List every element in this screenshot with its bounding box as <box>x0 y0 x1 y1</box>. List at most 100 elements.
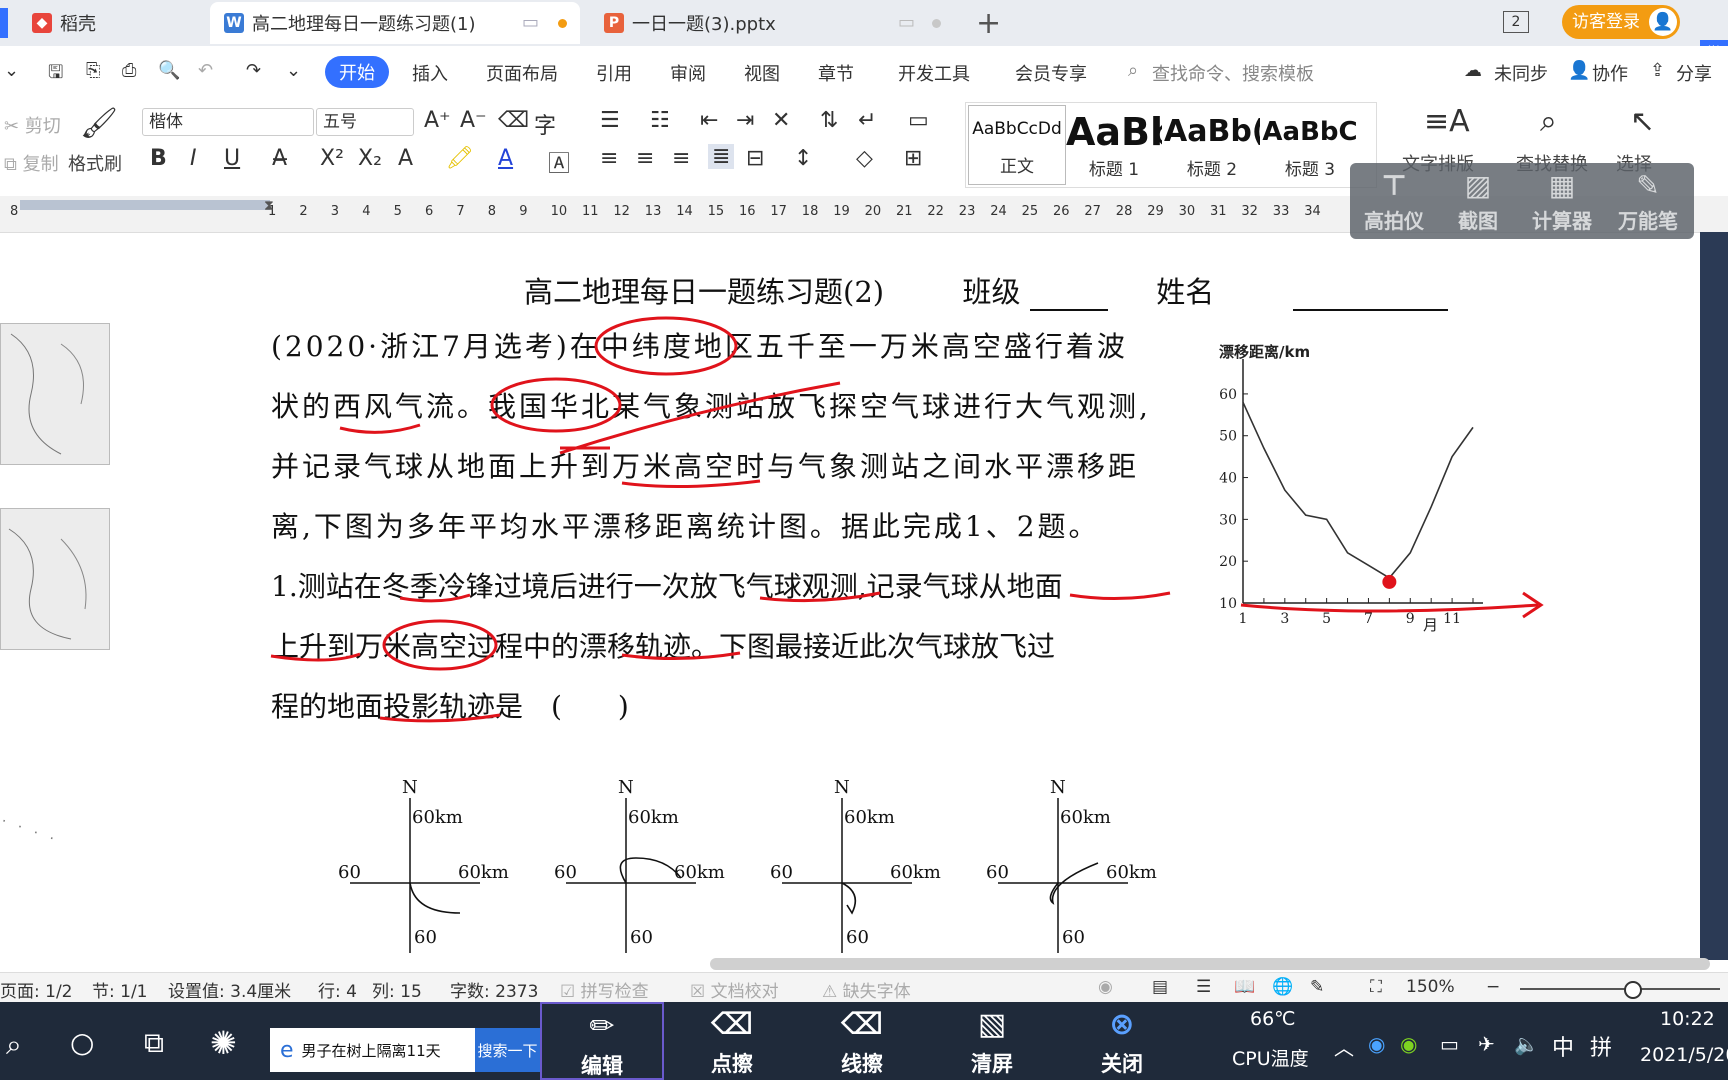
subscript-icon[interactable]: X₂ <box>358 146 382 171</box>
superscript-icon[interactable]: X² <box>320 146 344 171</box>
screen-icon[interactable]: ▭ <box>522 12 539 33</box>
format-painter-icon[interactable]: 🖌 <box>80 106 118 141</box>
close-tool-button[interactable]: ⊗ 关闭 <box>1060 1002 1184 1080</box>
line-erase-button[interactable]: ⌫ 线擦 <box>800 1002 924 1080</box>
collapse-chevron-icon[interactable]: ⌄ <box>4 60 19 81</box>
sync-status[interactable]: 未同步 <box>1494 60 1548 86</box>
chinese-layout-icon[interactable]: ✕ <box>772 108 790 133</box>
point-erase-button[interactable]: ⌫ 点擦 <box>670 1002 794 1080</box>
menu-references[interactable]: 引用 <box>596 60 632 86</box>
line-spacing-icon[interactable]: ↕ <box>794 146 812 171</box>
tab-stops-icon[interactable]: ▭ <box>908 108 929 133</box>
highlight-icon[interactable]: 🖍 <box>446 146 474 171</box>
undo-icon[interactable]: ↶ <box>198 60 213 81</box>
screenshot-button[interactable]: ▨ 截图 <box>1438 167 1518 234</box>
eye-icon[interactable]: ◉ <box>1098 977 1113 997</box>
style-heading3[interactable]: AaBbC 标题 3 <box>1262 109 1358 187</box>
sort-icon[interactable]: ⇅ <box>820 108 838 133</box>
menu-view[interactable]: 视图 <box>744 60 780 86</box>
italic-icon[interactable]: I <box>190 146 197 171</box>
document-page[interactable]: · · · · 高二地理每日一题练习题(2) 班级 姓名 (2020·浙江7月选… <box>0 233 1700 958</box>
bullet-list-icon[interactable]: ☰ <box>600 108 620 133</box>
customize-chevron-icon[interactable]: ⌄ <box>286 60 301 81</box>
calculator-button[interactable]: ▦ 计算器 <box>1522 167 1602 234</box>
tab-word-document[interactable]: W 高二地理每日一题练习题(1) ▭ <box>210 2 580 44</box>
show-marks-icon[interactable]: ↵ <box>858 108 876 133</box>
style-heading2[interactable]: AaBb( 标题 2 <box>1164 109 1260 187</box>
menu-member[interactable]: 会员专享 <box>1015 60 1087 86</box>
menu-insert[interactable]: 插入 <box>412 60 448 86</box>
tray-app-icon[interactable]: ◉ <box>1368 1032 1385 1056</box>
clock-time[interactable]: 10:22 <box>1660 1008 1715 1030</box>
style-heading1[interactable]: AaBb 标题 1 <box>1066 109 1162 187</box>
phonetic-guide-icon[interactable]: 字 <box>534 108 556 140</box>
print-preview-icon[interactable]: 🔍 <box>158 60 180 81</box>
collab-button[interactable]: 协作 <box>1592 60 1628 86</box>
clear-screen-button[interactable]: ▧ 清屏 <box>930 1002 1054 1080</box>
select-cursor-icon[interactable]: ↖ <box>1630 104 1655 139</box>
font-color-icon[interactable]: A <box>498 146 513 171</box>
task-view-icon[interactable]: ⧉ <box>144 1026 164 1060</box>
zoom-slider[interactable] <box>1520 988 1720 990</box>
tray-app-icon[interactable]: ◉ <box>1400 1032 1417 1056</box>
tab-ppt[interactable]: P 一日一题(3).pptx ▭ <box>590 2 960 44</box>
decrease-indent-icon[interactable]: ⇤ <box>700 108 718 133</box>
cut-button[interactable]: ✂ 剪切 <box>4 112 61 138</box>
browser-search-button[interactable]: 搜索一下 <box>475 1028 540 1072</box>
grow-font-icon[interactable]: A⁺ <box>424 108 451 133</box>
char-border-icon[interactable]: 🄰 <box>548 146 570 178</box>
volume-icon[interactable]: 🔈 <box>1514 1032 1539 1056</box>
ime-chinese[interactable]: 中 <box>1552 1030 1574 1062</box>
borders-icon[interactable]: ⊞ <box>904 146 922 171</box>
distributed-icon[interactable]: ⊟ <box>746 146 764 171</box>
outline-view-icon[interactable]: ☰ <box>1196 977 1211 997</box>
right-sidebar[interactable] <box>1700 232 1728 960</box>
shading-icon[interactable]: ◇ <box>856 146 873 171</box>
new-tab-button[interactable]: + <box>976 6 1001 41</box>
edit-tool-button[interactable]: ✏ 编辑 <box>540 1002 664 1080</box>
missing-font-button[interactable]: ⚠ 缺失字体 <box>822 977 911 1002</box>
cortana-icon[interactable]: ○ <box>70 1026 94 1059</box>
indent-marker[interactable]: ⧗ <box>264 198 274 214</box>
text-layout-icon[interactable]: ≡A <box>1424 104 1470 139</box>
copy-button[interactable]: ⧉ 复制 <box>4 150 59 176</box>
align-center-icon[interactable]: ≡ <box>636 146 654 171</box>
print-icon[interactable]: ⎙ <box>122 60 136 81</box>
fit-screen-icon[interactable]: ⛶ <box>1370 977 1382 997</box>
spell-check-button[interactable]: ☑ 拼写检查 <box>560 977 649 1002</box>
numbered-list-icon[interactable]: ☷ <box>650 108 670 133</box>
shrink-font-icon[interactable]: A⁻ <box>460 108 487 133</box>
document-camera-button[interactable]: ⊤ 高拍仪 <box>1354 167 1434 234</box>
read-view-icon[interactable]: 📖 <box>1234 977 1255 997</box>
clear-format-icon[interactable]: ⌫ <box>498 108 529 133</box>
font-family-select[interactable]: 楷体 <box>142 108 314 136</box>
battery-icon[interactable]: ▭ <box>1440 1032 1459 1056</box>
menu-developer[interactable]: 开发工具 <box>898 60 970 86</box>
justify-icon[interactable]: ≣ <box>708 144 735 169</box>
tab-docer[interactable]: ◆ 稻壳 <box>0 2 205 44</box>
style-normal[interactable]: AaBbCcDd 正文 <box>968 105 1066 185</box>
zoom-slider-thumb[interactable] <box>1624 981 1642 999</box>
share-button[interactable]: 分享 <box>1676 60 1712 86</box>
strikethrough-icon[interactable]: A̶ <box>272 146 287 171</box>
proofread-button[interactable]: ☒ 文档校对 <box>690 977 779 1002</box>
find-icon[interactable]: ⌕ <box>1540 104 1557 139</box>
windows-search-icon[interactable]: ⌕ <box>6 1028 22 1062</box>
web-view-icon[interactable]: 🌐 <box>1272 977 1293 997</box>
screen-icon[interactable]: ▭ <box>898 12 915 33</box>
zoom-out-icon[interactable]: − <box>1486 977 1500 997</box>
pinned-app-icon[interactable]: ✺ <box>210 1024 237 1062</box>
universal-pen-button[interactable]: ✎ 万能笔 <box>1608 167 1688 234</box>
format-painter-label[interactable]: 格式刷 <box>68 150 122 176</box>
clock-date[interactable]: 2021/5/20 <box>1640 1044 1728 1066</box>
align-right-icon[interactable]: ≡ <box>672 146 690 171</box>
ime-pinyin[interactable]: 拼 <box>1590 1030 1612 1062</box>
underline-icon[interactable]: U <box>224 146 240 171</box>
align-left-icon[interactable]: ≡ <box>600 146 618 171</box>
font-size-select[interactable]: 五号 <box>316 108 414 136</box>
tray-expand-icon[interactable]: ︿ <box>1334 1032 1354 1061</box>
bold-icon[interactable]: B <box>150 146 167 171</box>
command-search-input[interactable]: 查找命令、搜索模板 <box>1152 60 1314 86</box>
menu-start[interactable]: 开始 <box>325 56 389 88</box>
save-icon[interactable]: 🖫 <box>48 60 63 90</box>
